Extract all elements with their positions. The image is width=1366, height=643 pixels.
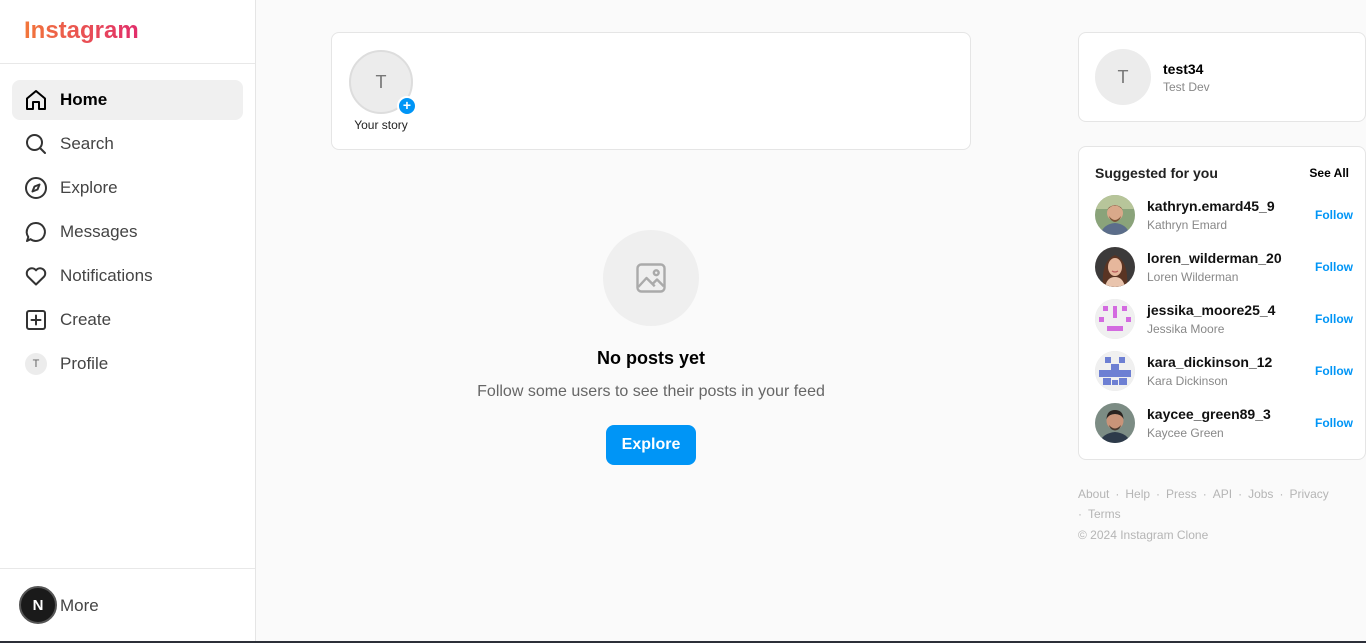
story-label: Your story — [354, 118, 408, 132]
current-user-card: T test34 Test Dev — [1078, 32, 1366, 122]
footer-link-about[interactable]: About — [1078, 487, 1109, 501]
suggestion-row: jessika_moore25_4 Jessika Moore Follow — [1095, 299, 1353, 339]
suggestion-row: loren_wilderman_20 Loren Wilderman Follo… — [1095, 247, 1353, 287]
sidebar-item-notifications[interactable]: Notifications — [12, 256, 243, 296]
avatar[interactable]: T — [1095, 49, 1151, 105]
suggestion-username[interactable]: jessika_moore25_4 — [1147, 302, 1275, 318]
explore-button[interactable]: Explore — [605, 425, 697, 465]
separator: · — [1238, 487, 1243, 501]
suggestion-username[interactable]: kathryn.emard45_9 — [1147, 198, 1275, 214]
follow-button[interactable]: Follow — [1315, 260, 1353, 274]
message-icon — [24, 220, 48, 244]
avatar[interactable] — [1095, 247, 1135, 287]
copyright: © 2024 Instagram Clone — [1078, 528, 1209, 542]
avatar[interactable] — [1095, 403, 1135, 443]
sidebar-item-messages[interactable]: Messages — [12, 212, 243, 252]
sidebar-nav: Home Search Explore Messages Notificatio… — [0, 64, 255, 384]
sidebar-item-label: Explore — [60, 178, 118, 197]
suggestion-name: Kathryn Emard — [1147, 218, 1228, 232]
current-user-fullname: Test Dev — [1163, 80, 1210, 94]
sidebar-item-home[interactable]: Home — [12, 80, 243, 120]
follow-button[interactable]: Follow — [1315, 208, 1353, 222]
add-story-icon[interactable]: + — [397, 96, 417, 116]
profile-avatar: T — [24, 352, 48, 376]
n-badge[interactable]: N — [19, 586, 57, 624]
sidebar-item-more[interactable]: More — [60, 596, 99, 616]
suggestion-row: kaycee_green89_3 Kaycee Green Follow — [1095, 403, 1353, 443]
avatar[interactable] — [1095, 351, 1135, 391]
suggestions-card: Suggested for you See All kathryn.emard4… — [1078, 146, 1366, 460]
sidebar-item-label: Notifications — [60, 266, 153, 285]
current-username[interactable]: test34 — [1163, 61, 1203, 77]
suggestions-title: Suggested for you — [1095, 165, 1218, 181]
empty-subtitle: Follow some users to see their posts in … — [477, 383, 825, 400]
plus-square-icon — [24, 308, 48, 332]
footer-link-terms[interactable]: Terms — [1088, 507, 1121, 521]
suggestion-name: Loren Wilderman — [1147, 270, 1239, 284]
follow-button[interactable]: Follow — [1315, 312, 1353, 326]
footer-link-press[interactable]: Press — [1166, 487, 1197, 501]
image-placeholder-icon — [603, 230, 699, 326]
footer-link-privacy[interactable]: Privacy — [1289, 487, 1328, 501]
footer-link-api[interactable]: API — [1213, 487, 1232, 501]
sidebar: Instagram Home Search Explore Messages N… — [0, 0, 256, 643]
home-icon — [24, 88, 48, 112]
separator: · — [1202, 487, 1207, 501]
suggestion-row: kathryn.emard45_9 Kathryn Emard Follow — [1095, 195, 1353, 235]
separator: · — [1115, 487, 1120, 501]
heart-icon — [24, 264, 48, 288]
see-all-link[interactable]: See All — [1309, 166, 1349, 180]
follow-button[interactable]: Follow — [1315, 416, 1353, 430]
separator: · — [1279, 487, 1284, 501]
suggestion-name: Kara Dickinson — [1147, 374, 1228, 388]
footer-links: About · Help · Press · API · Jobs · Privacy · Terms — [1078, 484, 1366, 524]
footer-link-help[interactable]: Help — [1125, 487, 1150, 501]
logo[interactable]: Instagram — [0, 0, 255, 64]
footer-link-jobs[interactable]: Jobs — [1248, 487, 1273, 501]
avatar[interactable] — [1095, 195, 1135, 235]
separator: · — [1156, 487, 1161, 501]
avatar[interactable] — [1095, 299, 1135, 339]
empty-feed: No posts yet Follow some users to see th… — [331, 230, 971, 465]
sidebar-item-label: Create — [60, 310, 112, 329]
separator: · — [1078, 507, 1082, 521]
sidebar-item-explore[interactable]: Explore — [12, 168, 243, 208]
suggestion-row: kara_dickinson_12 Kara Dickinson Follow — [1095, 351, 1353, 391]
stories-bar: T + Your story — [331, 32, 971, 150]
follow-button[interactable]: Follow — [1315, 364, 1353, 378]
suggestion-username[interactable]: kaycee_green89_3 — [1147, 406, 1271, 422]
story-avatar[interactable]: T + — [349, 50, 417, 116]
sidebar-bottom: N More — [0, 568, 255, 643]
avatar: T — [25, 353, 47, 375]
sidebar-item-label: Messages — [60, 222, 138, 241]
sidebar-item-create[interactable]: Create — [12, 300, 243, 340]
search-icon — [24, 132, 48, 156]
suggestion-username[interactable]: kara_dickinson_12 — [1147, 354, 1272, 370]
sidebar-item-label: Profile — [60, 354, 109, 373]
sidebar-item-label: Home — [60, 90, 108, 109]
sidebar-item-profile[interactable]: T Profile — [12, 344, 243, 384]
story-own[interactable]: T + Your story — [349, 50, 417, 132]
sidebar-item-label: Search — [60, 134, 114, 153]
suggestion-name: Kaycee Green — [1147, 426, 1224, 440]
suggestion-name: Jessika Moore — [1147, 322, 1225, 336]
story-avatar-initial: T — [375, 71, 387, 92]
compass-icon — [24, 176, 48, 200]
empty-title: No posts yet — [596, 348, 706, 368]
sidebar-item-search[interactable]: Search — [12, 124, 243, 164]
suggestion-username[interactable]: loren_wilderman_20 — [1147, 250, 1282, 266]
logo-text[interactable]: Instagram — [24, 17, 139, 44]
